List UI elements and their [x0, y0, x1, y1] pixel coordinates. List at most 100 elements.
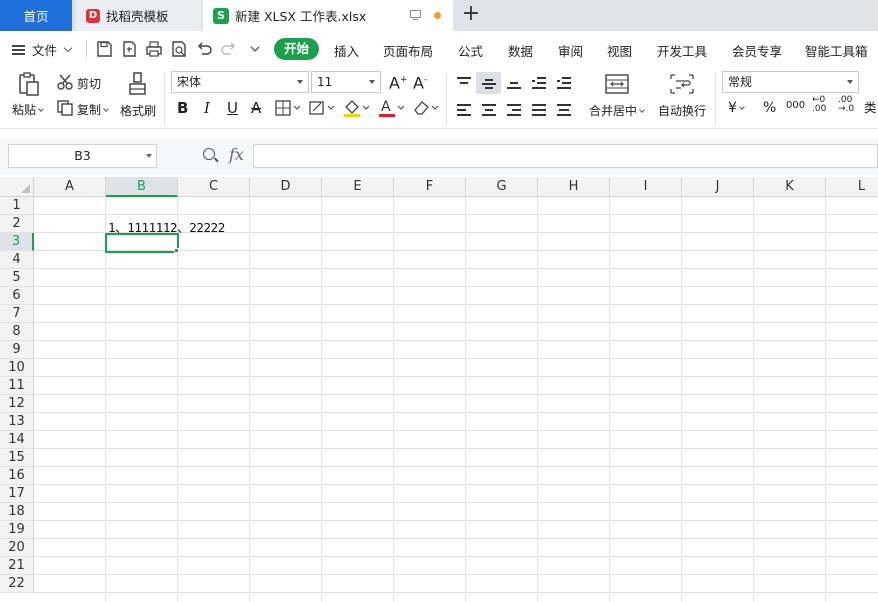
export-pdf-icon[interactable]	[120, 40, 138, 58]
font-name-select[interactable]: 宋体	[171, 71, 309, 93]
clear-format-icon[interactable]	[411, 98, 441, 118]
column-header-h[interactable]: H	[538, 177, 610, 197]
menu-smart-toolbox[interactable]: 智能工具箱	[805, 41, 868, 60]
fill-handle[interactable]	[174, 248, 179, 253]
customize-toolbar-icon[interactable]	[246, 40, 264, 58]
monitor-icon[interactable]	[410, 10, 421, 20]
distributed-icon[interactable]	[557, 104, 571, 116]
percent-icon[interactable]: %	[763, 98, 776, 118]
currency-button[interactable]: ¥	[728, 98, 745, 118]
merge-center-icon[interactable]	[604, 73, 630, 95]
column-header-b[interactable]: B	[106, 177, 178, 197]
wrap-text-icon[interactable]	[669, 73, 695, 95]
menu-member[interactable]: 会员专享	[732, 41, 782, 60]
align-center-icon[interactable]	[482, 104, 496, 116]
paste-icon[interactable]	[17, 71, 41, 97]
menu-review[interactable]: 审阅	[558, 41, 583, 60]
align-top-icon[interactable]	[457, 77, 471, 89]
row-header-8[interactable]: 8	[0, 323, 34, 341]
row-header-17[interactable]: 17	[0, 485, 34, 503]
increase-indent-icon[interactable]	[557, 77, 571, 89]
row-header-21[interactable]: 21	[0, 557, 34, 575]
active-cell-b3[interactable]	[105, 233, 179, 253]
redo-icon[interactable]	[220, 40, 238, 58]
paste-button[interactable]: 粘贴	[12, 101, 44, 118]
tab-template[interactable]: D 找稻壳模板	[76, 0, 201, 31]
wrap-text-button[interactable]: 自动换行	[658, 102, 706, 119]
menu-formulas[interactable]: 公式	[458, 41, 483, 60]
scissors-icon[interactable]	[56, 73, 74, 91]
row-header-22[interactable]: 22	[0, 575, 34, 593]
align-right-icon[interactable]	[507, 104, 521, 116]
format-painter-icon[interactable]	[128, 71, 148, 97]
print-icon[interactable]	[145, 40, 163, 58]
row-header-19[interactable]: 19	[0, 521, 34, 539]
align-middle-icon[interactable]	[482, 77, 496, 89]
fill-color-icon[interactable]	[342, 98, 372, 118]
row-header-15[interactable]: 15	[0, 449, 34, 467]
save-icon[interactable]	[95, 40, 113, 58]
align-bottom-icon[interactable]	[507, 77, 521, 89]
column-header-e[interactable]: E	[322, 177, 394, 197]
undo-icon[interactable]	[195, 40, 213, 58]
column-header-d[interactable]: D	[250, 177, 322, 197]
column-header-f[interactable]: F	[394, 177, 466, 197]
row-header-20[interactable]: 20	[0, 539, 34, 557]
menu-insert[interactable]: 插入	[334, 41, 359, 60]
row-header-5[interactable]: 5	[0, 269, 34, 287]
spreadsheet-grid[interactable]: ABCDEFGHIJKL 1 2 3 4 5 6 7 8 9 10 11 12 13 14 15 16 17 18…	[0, 177, 878, 602]
row-header-3[interactable]: 3	[0, 233, 34, 251]
print-preview-icon[interactable]	[170, 40, 188, 58]
column-header-k[interactable]: K	[754, 177, 826, 197]
file-menu[interactable]: 文件	[12, 40, 73, 59]
row-header-6[interactable]: 6	[0, 287, 34, 305]
menu-view[interactable]: 视图	[607, 41, 632, 60]
name-box[interactable]: B3	[8, 144, 157, 168]
borders-icon[interactable]	[275, 100, 303, 116]
strikethrough-icon[interactable]: A	[251, 98, 261, 118]
bold-icon[interactable]: B	[177, 98, 188, 118]
row-header-12[interactable]: 12	[0, 395, 34, 413]
row-header-1[interactable]: 1	[0, 197, 34, 215]
new-tab-button[interactable]: +	[459, 3, 483, 27]
italic-icon[interactable]: I	[204, 98, 210, 118]
copy-icon[interactable]	[56, 99, 74, 117]
align-left-icon[interactable]	[457, 104, 471, 116]
increase-decimal-icon[interactable]: ←0.00	[812, 96, 826, 116]
underline-icon[interactable]: U	[227, 98, 238, 118]
column-header-g[interactable]: G	[466, 177, 538, 197]
menu-page-layout[interactable]: 页面布局	[383, 41, 433, 60]
zoom-icon[interactable]	[203, 148, 215, 160]
font-color-icon[interactable]: A	[377, 98, 407, 118]
column-header-c[interactable]: C	[178, 177, 250, 197]
justify-icon[interactable]	[532, 104, 546, 116]
decrease-decimal-icon[interactable]: .00 →.0	[838, 96, 854, 116]
row-header-16[interactable]: 16	[0, 467, 34, 485]
copy-button[interactable]: 复制	[77, 101, 109, 118]
column-header-l[interactable]: L	[826, 177, 878, 197]
tab-document[interactable]: S 新建 XLSX 工作表.xlsx	[203, 0, 453, 31]
decrease-indent-icon[interactable]	[532, 77, 546, 89]
column-header-j[interactable]: J	[682, 177, 754, 197]
merge-center-button[interactable]: 合并居中	[589, 102, 645, 119]
fx-icon[interactable]: fx	[229, 145, 244, 164]
cell-area[interactable]	[34, 197, 878, 602]
cell-style-icon[interactable]	[309, 100, 337, 116]
number-format-select[interactable]: 常规	[722, 71, 859, 93]
row-header-18[interactable]: 18	[0, 503, 34, 521]
formula-input[interactable]	[253, 144, 878, 168]
row-header-10[interactable]: 10	[0, 359, 34, 377]
decrease-font-icon[interactable]: A-	[413, 70, 427, 92]
tab-home[interactable]: 首页	[0, 0, 72, 31]
select-all-corner[interactable]	[0, 177, 34, 197]
row-header-9[interactable]: 9	[0, 341, 34, 359]
column-header-a[interactable]: A	[34, 177, 106, 197]
menu-start-tab[interactable]: 开始	[274, 38, 319, 60]
row-header-11[interactable]: 11	[0, 377, 34, 395]
format-painter-button[interactable]: 格式刷	[120, 102, 156, 119]
column-header-i[interactable]: I	[610, 177, 682, 197]
increase-font-icon[interactable]: A+	[389, 70, 408, 92]
row-header-14[interactable]: 14	[0, 431, 34, 449]
cell-type-button[interactable]: 类	[864, 98, 877, 118]
cut-button[interactable]: 剪切	[77, 75, 101, 92]
